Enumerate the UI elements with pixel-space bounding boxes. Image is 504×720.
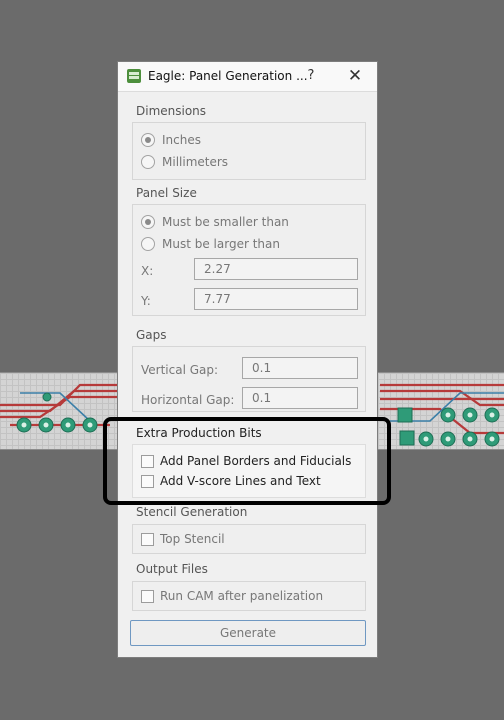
dimensions-group-label: Dimensions: [136, 104, 207, 118]
close-button[interactable]: ✕: [344, 66, 366, 86]
inches-radio[interactable]: [141, 133, 155, 147]
eagle-app-icon: [127, 69, 141, 83]
larger-than-radio[interactable]: [141, 237, 155, 251]
output-group-label: Output Files: [136, 562, 208, 576]
run-cam-label[interactable]: Run CAM after panelization: [160, 589, 323, 603]
stencil-group: Top Stencil: [132, 524, 366, 554]
panel-generation-dialog: Eagle: Panel Generation ... ? ✕ Dimensio…: [117, 61, 378, 658]
help-button[interactable]: ?: [302, 66, 320, 86]
extra-production-group: Add Panel Borders and Fiducials Add V-sc…: [132, 444, 366, 498]
x-input[interactable]: 2.27: [194, 258, 358, 280]
dialog-titlebar[interactable]: Eagle: Panel Generation ... ? ✕: [118, 62, 377, 92]
vertical-gap-label: Vertical Gap:: [141, 363, 219, 377]
smaller-than-label[interactable]: Must be smaller than: [162, 215, 289, 229]
millimeters-radio[interactable]: [141, 155, 155, 169]
smaller-than-radio[interactable]: [141, 215, 155, 229]
dimensions-group: Inches Millimeters: [132, 122, 366, 180]
vscore-lines-label[interactable]: Add V-score Lines and Text: [160, 474, 321, 488]
gaps-group: Vertical Gap: 0.1 Horizontal Gap: 0.1: [132, 346, 366, 412]
horizontal-gap-input[interactable]: 0.1: [242, 387, 358, 409]
panel-borders-label[interactable]: Add Panel Borders and Fiducials: [160, 454, 351, 468]
horizontal-gap-label: Horizontal Gap:: [141, 393, 235, 407]
dialog-title: Eagle: Panel Generation ...: [148, 69, 308, 83]
panel-borders-checkbox[interactable]: [141, 455, 154, 468]
output-group: Run CAM after panelization: [132, 581, 366, 611]
vscore-lines-checkbox[interactable]: [141, 475, 154, 488]
run-cam-checkbox[interactable]: [141, 590, 154, 603]
extra-production-group-label: Extra Production Bits: [136, 426, 262, 440]
millimeters-label[interactable]: Millimeters: [162, 155, 228, 169]
panel-size-group: Must be smaller than Must be larger than…: [132, 204, 366, 316]
generate-button[interactable]: Generate: [130, 620, 366, 646]
y-label: Y:: [141, 294, 151, 308]
y-input[interactable]: 7.77: [194, 288, 358, 310]
x-label: X:: [141, 264, 154, 278]
stencil-group-label: Stencil Generation: [136, 505, 248, 519]
vertical-gap-input[interactable]: 0.1: [242, 357, 358, 379]
larger-than-label[interactable]: Must be larger than: [162, 237, 280, 251]
panel-size-group-label: Panel Size: [136, 186, 197, 200]
gaps-group-label: Gaps: [136, 328, 167, 342]
top-stencil-label[interactable]: Top Stencil: [160, 532, 225, 546]
inches-label[interactable]: Inches: [162, 133, 201, 147]
top-stencil-checkbox[interactable]: [141, 533, 154, 546]
